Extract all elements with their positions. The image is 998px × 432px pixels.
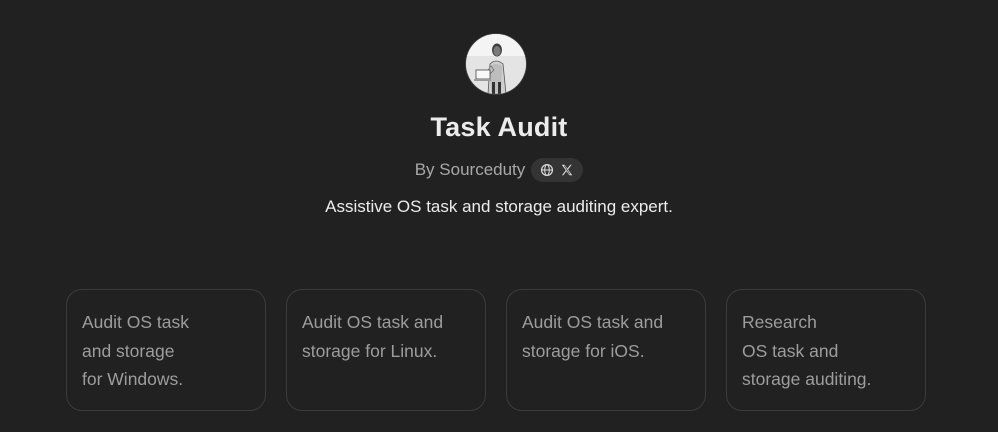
starter-text: Audit OS task and storage for iOS. [522, 312, 664, 361]
x-logo-icon[interactable] [560, 163, 574, 177]
starter-card-research[interactable]: Research OS task and storage auditing. [726, 289, 926, 411]
starter-card-linux[interactable]: Audit OS task and storage for Linux. [286, 289, 486, 411]
conversation-starters: Audit OS task and storage for Windows. A… [66, 289, 926, 411]
starter-text: Audit OS task and storage for Linux. [302, 312, 444, 361]
starter-text: Research OS task and storage auditing. [742, 312, 872, 389]
gpt-description: Assistive OS task and storage auditing e… [325, 197, 673, 216]
gpt-title: Task Audit [430, 112, 568, 142]
author-byline: By Sourceduty [0, 158, 998, 182]
social-links [531, 158, 584, 182]
gpt-avatar [466, 34, 526, 94]
starter-card-ios[interactable]: Audit OS task and storage for iOS. [506, 289, 706, 411]
author-name: By Sourceduty [414, 160, 526, 179]
starter-text: Audit OS task and storage for Windows. [82, 312, 189, 389]
gpt-intro-page: Task Audit By Sourceduty Assistive OS ta… [0, 0, 998, 432]
starter-card-windows[interactable]: Audit OS task and storage for Windows. [66, 289, 266, 411]
person-with-laptop-icon [466, 34, 526, 94]
globe-icon[interactable] [540, 163, 554, 177]
